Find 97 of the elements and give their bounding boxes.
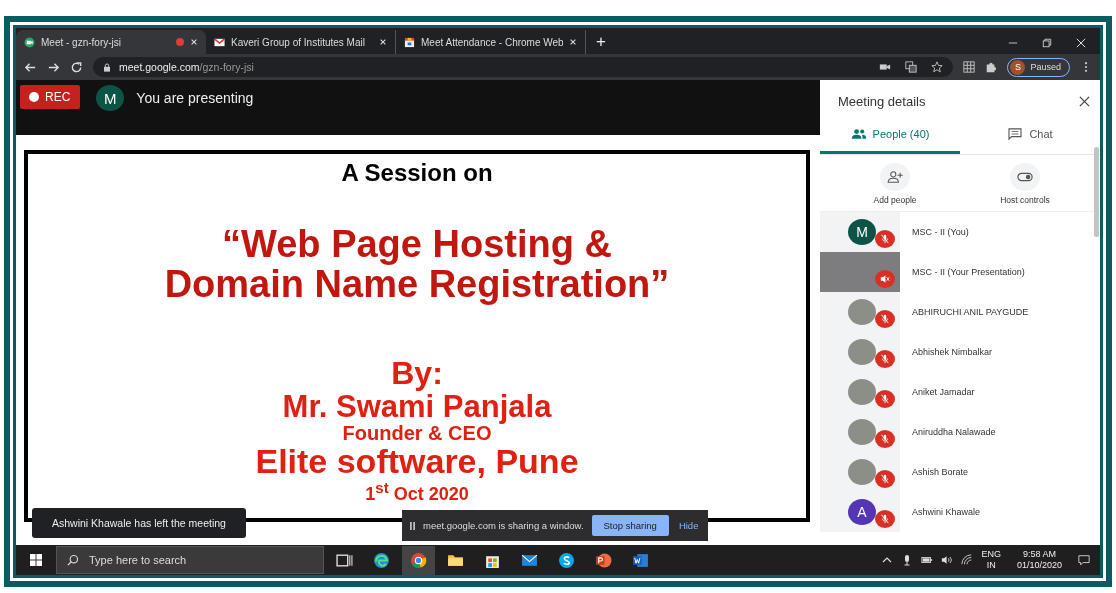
grid-icon[interactable] [963, 61, 976, 73]
participant-row[interactable]: Aniket Jamadar [820, 372, 1092, 412]
close-tab-icon[interactable] [569, 38, 577, 46]
hide-button[interactable]: Hide [676, 520, 701, 531]
store-icon [404, 36, 415, 48]
toggle-icon [1017, 171, 1033, 183]
close-icon[interactable] [1079, 96, 1090, 107]
slide-text: 1$^{st}$ Oct 2020 [365, 479, 469, 504]
puzzle-icon[interactable] [985, 61, 998, 73]
skype-icon[interactable] [558, 551, 575, 569]
taskbar-search-field[interactable]: Type here to search [56, 546, 324, 574]
photo-placeholder [848, 419, 876, 445]
lock-icon [103, 62, 111, 72]
panel-action[interactable]: Add people [860, 163, 930, 205]
camera-icon[interactable] [879, 61, 892, 73]
participant-row[interactable]: A Ashwini Khawale [820, 492, 1092, 532]
sharing-message: meet.google.com is sharing a window. [423, 520, 584, 531]
participant-avatar: M [848, 219, 876, 245]
tab-title: Meet - gzn-fory-jsi [41, 36, 122, 48]
speaker-icon[interactable] [941, 554, 954, 566]
panel-tab[interactable]: Chat [960, 117, 1100, 154]
presenting-status: You are presenting [136, 89, 254, 108]
participant-name: Abhishek Nimbalkar [912, 347, 993, 357]
search-input[interactable]: Type here to search [87, 553, 291, 567]
battery-icon[interactable] [921, 554, 934, 566]
slide-text: “Web Page Hosting & [222, 225, 612, 266]
participant-name: Aniruddha Nalawade [912, 427, 996, 437]
address-field[interactable]: meet.google.com/gzn-fory-jsi [93, 57, 954, 77]
tab-title: Meet Attendance - Chrome Web [421, 36, 563, 48]
notification-icon[interactable] [1078, 554, 1090, 566]
task-view-icon[interactable] [336, 551, 353, 569]
participant-row[interactable]: M MSC - II (You) [820, 212, 1092, 252]
profile-avatar: S [1010, 59, 1026, 75]
powerpoint-icon[interactable] [595, 551, 612, 569]
close-tab-icon[interactable] [379, 38, 387, 46]
chat-icon [1007, 128, 1024, 140]
url-host: meet.google.com [119, 61, 200, 73]
word-icon[interactable] [632, 551, 649, 569]
panel-tab[interactable]: People (40) [820, 117, 960, 154]
camera-icon [24, 36, 35, 48]
participant-name: MSC - II (You) [912, 227, 969, 237]
profile-status: Paused [1030, 62, 1061, 72]
add-person-icon [887, 171, 903, 183]
new-tab-button[interactable]: + [586, 30, 616, 54]
participant-avatar: A [848, 499, 876, 525]
participant-row[interactable]: MSC - II (Your Presentation) [820, 252, 1092, 292]
language-label[interactable]: ENG [981, 549, 1001, 560]
presenter-avatar: M [96, 85, 125, 111]
slide-text: Mr. Swami Panjala [282, 390, 552, 424]
action-label: Host controls [1000, 195, 1050, 205]
slide-text: Elite software, Pune [255, 444, 579, 480]
notification-toast: Ashwini Khawale has left the meeting [32, 508, 246, 538]
star-icon[interactable] [931, 61, 944, 73]
search-icon [67, 554, 79, 566]
action-label: Add people [873, 195, 917, 205]
clock-date[interactable]: 01/10/2020 [1016, 560, 1062, 571]
chrome-taskbar-button[interactable] [402, 545, 435, 575]
browser-swirl-icon[interactable] [373, 551, 390, 569]
participant-name: Aniket Jamadar [912, 387, 975, 397]
participant-row[interactable]: Aniruddha Nalawade [820, 412, 1092, 452]
slide-text: Founder & CEO [342, 423, 492, 445]
slide-text: A Session on [341, 160, 493, 186]
photo-placeholder [848, 459, 876, 485]
pause-icon [410, 521, 415, 530]
record-dot-icon [29, 92, 39, 102]
participant-name: Ashwini Khawale [912, 507, 981, 517]
participant-name: Ashish Borate [912, 467, 969, 477]
participant-name: ABHIRUCHI ANIL PAYGUDE [912, 307, 1029, 317]
rec-label: REC [45, 90, 71, 104]
panel-action[interactable]: Host controls [990, 163, 1060, 205]
region-label[interactable]: IN [986, 560, 996, 571]
close-tab-icon[interactable] [190, 38, 198, 46]
reload-icon[interactable] [70, 60, 83, 74]
browser-tab[interactable]: Meet - gzn-fory-jsi [16, 30, 206, 54]
tab-title: Kaveri Group of Institutes Mail [231, 36, 366, 48]
participant-row[interactable]: Ashish Borate [820, 452, 1092, 492]
url-path: /gzn-fory-jsi [199, 61, 254, 73]
participant-row[interactable]: ABHIRUCHI ANIL PAYGUDE [820, 292, 1092, 332]
photo-placeholder [848, 379, 876, 405]
people-icon [850, 128, 867, 140]
photo-placeholder [848, 299, 876, 325]
slide-text: Domain Name Registration” [164, 265, 670, 305]
chrome-icon [410, 551, 427, 569]
slide-text: By: [391, 356, 443, 391]
photo-placeholder [848, 339, 876, 365]
wifi-icon[interactable] [961, 554, 974, 566]
tab-label: Chat [1029, 128, 1053, 140]
stop-sharing-button[interactable]: Stop sharing [591, 515, 669, 536]
participant-row[interactable]: Abhishek Nimbalkar [820, 332, 1092, 372]
restore-icon[interactable] [1042, 38, 1052, 48]
scrollbar[interactable] [1094, 147, 1099, 237]
translate-icon[interactable] [905, 61, 918, 73]
tab-label: People (40) [872, 128, 930, 140]
panel-title: Meeting details [838, 94, 926, 109]
mail-icon [214, 36, 225, 48]
participant-name: MSC - II (Your Presentation) [912, 267, 1025, 277]
clock-time[interactable]: 9:58 AM [1022, 549, 1056, 560]
